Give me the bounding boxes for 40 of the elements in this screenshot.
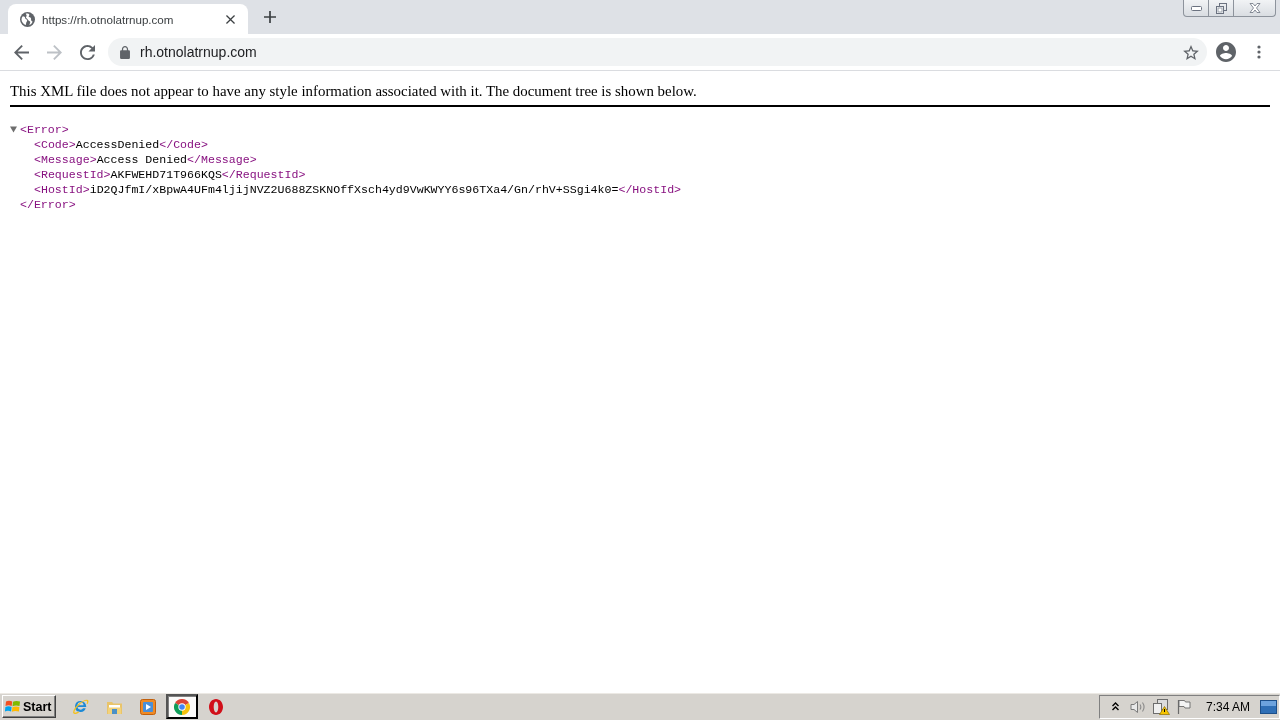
circle-logo-icon	[174, 698, 191, 715]
more-menu-icon[interactable]	[1257, 45, 1261, 59]
close-icon[interactable]	[225, 14, 235, 24]
star-icon[interactable]	[1183, 44, 1199, 60]
clock-text[interactable]: 7:34 AM	[1205, 699, 1250, 714]
xml-tag: </Error>	[20, 197, 76, 212]
restore-icon	[1215, 2, 1227, 14]
xml-tag: <Error>	[20, 122, 69, 137]
globe-icon	[20, 11, 35, 27]
ring-logo-icon	[209, 698, 224, 715]
window-flag-icon	[5, 699, 21, 714]
close-window-button[interactable]	[1233, 0, 1276, 17]
restore-button[interactable]	[1208, 0, 1234, 17]
back-arrow-icon[interactable]	[13, 44, 29, 60]
disclosure-triangle-icon[interactable]	[10, 126, 17, 133]
tab-title: https://rh.otnolatrnup.com	[42, 12, 175, 26]
show-desktop-icon[interactable]	[1260, 699, 1277, 714]
browser-tab[interactable]: https://rh.otnolatrnup.com	[8, 4, 248, 34]
url-text: rh.otnolatrnup.com	[140, 44, 258, 60]
taskbar-button[interactable]	[166, 694, 199, 719]
minimize-button[interactable]	[1183, 0, 1209, 17]
reload-icon[interactable]	[79, 44, 95, 60]
address-bar[interactable]: rh.otnolatrnup.com	[108, 38, 1207, 66]
speaker-icon[interactable]	[1130, 699, 1147, 714]
minimize-icon	[1190, 5, 1202, 11]
double-chevron-up-icon[interactable]	[1111, 702, 1119, 711]
close-icon	[1248, 3, 1261, 13]
start-button[interactable]: Start	[2, 695, 57, 718]
xml-element-line: <Message>Access Denied</Message>	[34, 152, 257, 167]
xml-element-line: <RequestId>AKFWEHD71T966KQS</RequestId>	[34, 167, 306, 182]
network-warning-icon[interactable]	[1152, 698, 1170, 715]
xml-element-line: <HostId>iD2QJfmI/xBpwA4UFm4ljijNVZ2U688ZSKNOffXsch4yd9VwKWYY6s96TXa4/Gn/rhV+SSgi4k0=</HostId>	[34, 182, 682, 197]
xml-notice-text: This XML file does not appear to have any style information associated with it. The document tree is shown below.	[10, 83, 697, 101]
account-icon[interactable]	[1216, 42, 1236, 62]
lock-icon[interactable]	[120, 45, 130, 59]
flag-icon[interactable]	[1177, 699, 1192, 714]
e-logo-icon	[72, 698, 89, 715]
play-icon	[140, 698, 157, 715]
plus-icon[interactable]	[264, 11, 276, 23]
xml-element-line: <Code>AccessDenied</Code>	[34, 137, 208, 152]
